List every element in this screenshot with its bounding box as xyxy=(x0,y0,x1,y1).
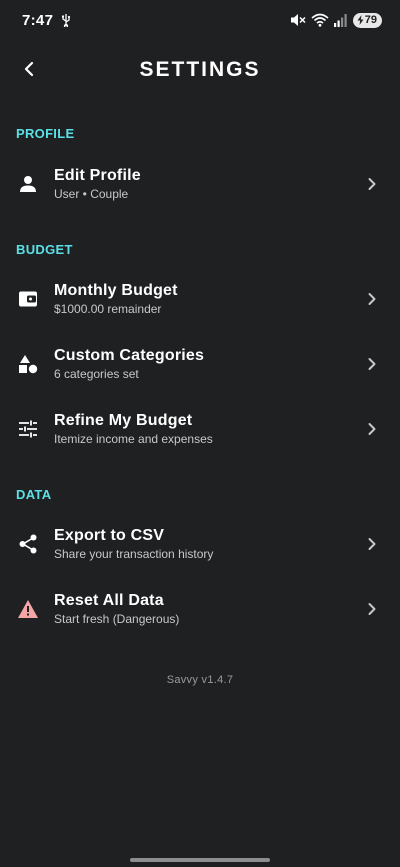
settings-row-reset-data[interactable]: Reset All Data Start fresh (Dangerous) xyxy=(0,581,400,637)
shapes-icon xyxy=(16,352,40,376)
row-subtitle: Itemize income and expenses xyxy=(54,432,213,446)
chevron-right-icon xyxy=(364,536,380,552)
row-subtitle: 6 categories set xyxy=(54,367,139,381)
page-title: SETTINGS xyxy=(139,58,261,81)
section-header-profile: PROFILE xyxy=(16,126,75,141)
wallet-icon xyxy=(16,287,40,311)
chevron-right-icon xyxy=(364,356,380,372)
chevron-right-icon xyxy=(364,601,380,617)
app-version: Savvy v1.4.7 xyxy=(166,674,234,686)
row-title: Export to CSV xyxy=(54,527,165,544)
settings-row-edit-profile[interactable]: Edit Profile User • Couple xyxy=(0,156,400,212)
battery-icon: 79 xyxy=(352,12,382,28)
row-title: Monthly Budget xyxy=(54,282,178,299)
sliders-icon xyxy=(16,417,40,441)
row-title: Reset All Data xyxy=(54,592,164,609)
mute-icon xyxy=(290,13,306,27)
row-subtitle: Start fresh (Dangerous) xyxy=(54,612,180,626)
settings-row-export-csv[interactable]: Export to CSV Share your transaction his… xyxy=(0,516,400,572)
section-header-data: DATA xyxy=(16,487,52,502)
chevron-right-icon xyxy=(364,291,380,307)
app-header: SETTINGS xyxy=(0,48,400,92)
row-subtitle: User • Couple xyxy=(54,187,129,201)
chevron-right-icon xyxy=(364,421,380,437)
row-text: Export to CSV Share your transaction his… xyxy=(54,527,213,561)
row-title: Custom Categories xyxy=(54,347,205,364)
row-title: Edit Profile xyxy=(54,167,141,184)
section-header-budget: BUDGET xyxy=(16,242,73,257)
usb-icon xyxy=(61,13,71,27)
person-icon xyxy=(16,172,40,196)
row-text: Reset All Data Start fresh (Dangerous) xyxy=(54,592,179,626)
settings-row-custom-categories[interactable]: Custom Categories 6 categories set xyxy=(0,336,400,392)
status-bar: 7:47 79 xyxy=(0,0,400,40)
signal-icon xyxy=(333,13,348,27)
status-time: 7:47 xyxy=(22,11,54,29)
chevron-right-icon xyxy=(364,176,380,192)
row-title: Refine My Budget xyxy=(54,412,193,429)
row-subtitle: $1000.00 remainder xyxy=(54,302,162,316)
status-left: 7:47 xyxy=(22,12,71,29)
home-indicator[interactable] xyxy=(130,858,270,862)
row-text: Custom Categories 6 categories set xyxy=(54,347,204,381)
warning-icon xyxy=(16,597,40,621)
row-text: Refine My Budget Itemize income and expe… xyxy=(54,412,213,446)
settings-row-refine-budget[interactable]: Refine My Budget Itemize income and expe… xyxy=(0,401,400,457)
status-right: 79 xyxy=(290,12,382,28)
battery-level: 79 xyxy=(364,14,377,26)
wifi-icon xyxy=(311,13,329,27)
row-text: Edit Profile User • Couple xyxy=(54,167,141,201)
share-icon xyxy=(16,532,40,556)
back-button[interactable] xyxy=(14,54,44,84)
back-chevron-icon xyxy=(24,61,34,77)
row-text: Monthly Budget $1000.00 remainder xyxy=(54,282,178,316)
row-subtitle: Share your transaction history xyxy=(54,547,214,561)
settings-row-monthly-budget[interactable]: Monthly Budget $1000.00 remainder xyxy=(0,271,400,327)
